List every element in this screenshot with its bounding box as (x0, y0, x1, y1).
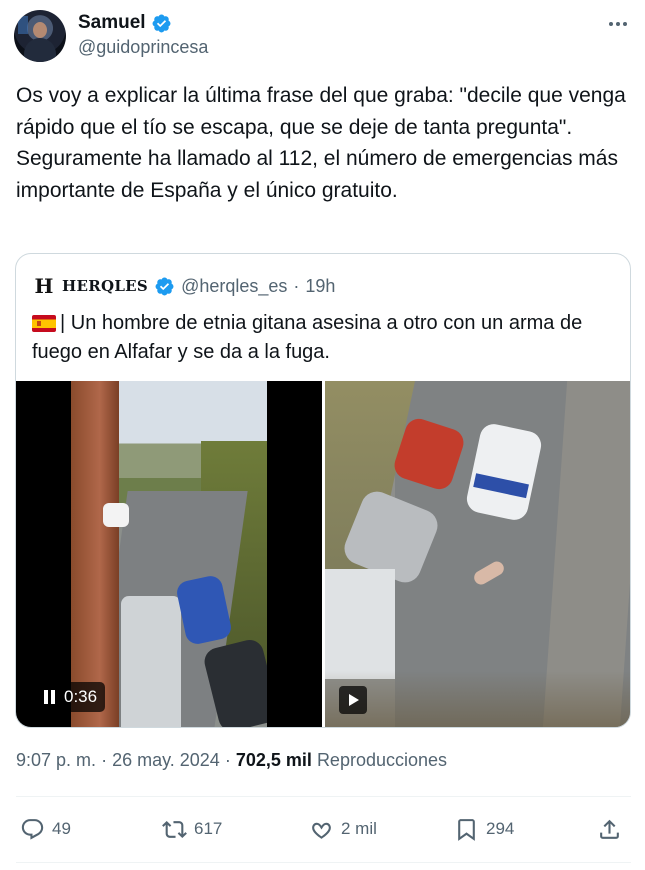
white-van (121, 596, 181, 727)
avatar[interactable] (14, 10, 66, 62)
heart-icon (312, 822, 331, 839)
media-grid: 0:36 (16, 381, 630, 727)
share-button[interactable] (597, 812, 622, 846)
quoted-separator: · (293, 275, 300, 296)
building-wall (71, 381, 119, 727)
author-display-name[interactable]: Samuel (78, 12, 146, 34)
video-2[interactable] (325, 381, 630, 727)
more-dot (609, 22, 613, 26)
more-dot (623, 22, 627, 26)
verified-badge-icon (155, 277, 174, 295)
meta-separator: · (224, 750, 231, 770)
author-handle[interactable]: @guidoprincesa (78, 37, 208, 58)
white-van (325, 569, 395, 679)
like-count: 2 mil (341, 819, 377, 838)
post-date[interactable]: 26 may. 2024 (112, 750, 220, 770)
repost-icon (162, 820, 187, 838)
quoted-display-name[interactable]: HERQLES (62, 277, 148, 295)
post-time[interactable]: 9:07 p. m. (16, 750, 96, 770)
video-1[interactable]: 0:36 (16, 381, 322, 727)
quoted-timestamp[interactable]: 19h (305, 276, 335, 297)
quoted-handle[interactable]: @herqles_es (181, 276, 287, 297)
video-time-badge[interactable]: 0:36 (36, 682, 106, 712)
video-1-frame (71, 381, 267, 727)
white-car (103, 503, 129, 527)
more-options-icon[interactable] (605, 14, 631, 34)
avatar-background (18, 16, 28, 34)
reply-button[interactable]: 49 (20, 812, 71, 846)
verified-badge-icon (152, 14, 171, 32)
action-bar: 49 617 2 mil 294 (20, 812, 630, 846)
tweet-text: Os voy a explicar la última frase del qu… (16, 80, 628, 206)
divider (16, 796, 631, 797)
tweet-meta: 9:07 p. m. · 26 may. 2024 · 702,5 mil Re… (16, 750, 447, 771)
repost-count: 617 (194, 819, 223, 838)
share-icon (600, 819, 619, 839)
video-duration: 0:36 (64, 687, 98, 706)
quoted-tweet[interactable]: H HERQLES @herqles_es · 19h | Un hombre … (15, 253, 631, 728)
repost-button[interactable]: 617 (162, 812, 222, 846)
reply-icon (21, 818, 44, 840)
bookmark-count: 294 (486, 819, 515, 838)
like-button[interactable]: 2 mil (309, 812, 377, 846)
tweet-paragraph-2: Seguramente ha llamado al 112, el número… (16, 147, 618, 202)
play-icon (349, 694, 359, 706)
quoted-text: | Un hombre de etnia gitana asesina a ot… (32, 312, 583, 363)
foreground-shade (325, 671, 630, 727)
bookmark-icon (458, 818, 475, 841)
quoted-avatar-logo[interactable]: H (32, 274, 56, 298)
reply-count: 49 (52, 819, 71, 838)
quoted-tweet-header: H HERQLES @herqles_es · 19h (32, 272, 336, 300)
views-label: Reproducciones (316, 750, 448, 770)
pause-icon[interactable] (44, 690, 56, 704)
avatar-head (33, 22, 47, 38)
quoted-text-container: | Un hombre de etnia gitana asesina a ot… (32, 309, 618, 367)
author-name-line[interactable]: Samuel (78, 12, 172, 34)
divider (16, 862, 631, 863)
views-count: 702,5 mil (235, 750, 312, 770)
avatar-shoulders (24, 38, 56, 62)
tweet-header: Samuel @guidoprincesa (14, 10, 631, 64)
more-dot (616, 22, 620, 26)
bookmark-button[interactable]: 294 (454, 812, 514, 846)
tweet-paragraph-1: Os voy a explicar la última frase del qu… (16, 84, 626, 139)
spain-flag-icon (32, 315, 56, 332)
play-button[interactable] (339, 686, 367, 714)
meta-separator: · (101, 750, 108, 770)
